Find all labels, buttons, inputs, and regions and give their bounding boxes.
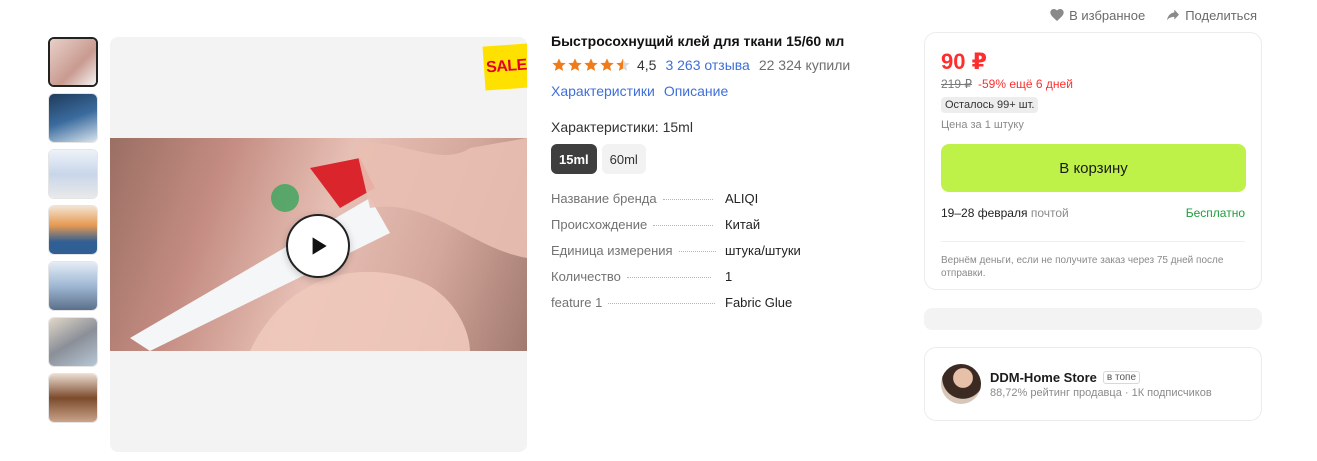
refund-note: Вернём деньги, если не получите заказ че… — [941, 241, 1245, 280]
product-page: В избранное Поделиться SALE Быстросохнущ… — [0, 0, 1317, 461]
spec-value: Китай — [725, 217, 761, 232]
thumbnail-3[interactable] — [48, 149, 98, 199]
thumbnail-7[interactable] — [48, 373, 98, 423]
price-discount-row: 219 ₽ -59% ещё 6 дней — [941, 77, 1245, 91]
spec-row: Количество 1 — [551, 269, 901, 295]
thumbnail-6[interactable] — [48, 317, 98, 367]
share-arrow-icon — [1167, 9, 1180, 21]
link-description[interactable]: Описание — [664, 83, 728, 99]
star-icon — [552, 58, 566, 71]
add-to-cart-button[interactable]: В корзину — [941, 144, 1246, 192]
top-actions: В избранное Поделиться — [1049, 7, 1257, 23]
store-card[interactable]: DDM-Home Store в топе 88,72% рейтинг про… — [924, 347, 1262, 421]
store-details: DDM-Home Store в топе 88,72% рейтинг про… — [990, 370, 1212, 399]
store-avatar — [941, 364, 981, 404]
spec-row: Происхождение Китай — [551, 217, 901, 243]
bought-count: 22 324 купили — [758, 57, 851, 73]
rating-stars — [551, 57, 631, 73]
spec-key: Единица измерения — [551, 243, 673, 258]
delivery-row: 19–28 февраля почтой Бесплатно — [941, 206, 1245, 220]
spec-key: Происхождение — [551, 217, 648, 232]
thumbnail-2[interactable] — [48, 93, 98, 143]
current-price: 90 ₽ — [941, 49, 987, 74]
reviews-link[interactable]: 3 263 отзыва — [665, 57, 749, 73]
product-title: Быстросохнущий клей для ткани 15/60 мл — [551, 33, 845, 49]
product-video[interactable] — [110, 138, 527, 351]
thumbnail-1[interactable] — [48, 37, 98, 87]
play-icon — [312, 237, 327, 255]
product-info: Быстросохнущий клей для ткани 15/60 мл 4… — [551, 33, 901, 321]
delivery-dates: 19–28 февраля — [941, 206, 1028, 220]
discount-label: -59% ещё 6 дней — [978, 77, 1073, 91]
spec-row: Название бренда ALIQI — [551, 191, 901, 217]
store-name: DDM-Home Store — [990, 369, 1097, 385]
star-icon — [568, 58, 582, 71]
old-price: 219 ₽ — [941, 77, 972, 91]
favorite-label: В избранное — [1069, 7, 1146, 23]
favorite-button[interactable]: В избранное — [1049, 7, 1145, 23]
share-label: Поделиться — [1185, 7, 1257, 23]
spec-key: Название бренда — [551, 191, 657, 206]
play-button[interactable] — [286, 214, 350, 278]
per-unit-label: Цена за 1 штуку — [941, 119, 1024, 131]
rating-value: 4,5 — [637, 57, 657, 73]
store-top-badge: в топе — [1102, 370, 1141, 384]
rating-row: 4,5 3 263 отзыва 22 324 купили — [551, 57, 901, 73]
thumbnail-list — [48, 37, 100, 423]
star-icon — [600, 58, 614, 71]
spec-value: штука/штуки — [725, 243, 801, 258]
star-icon — [584, 58, 598, 71]
variant-60ml[interactable]: 60ml — [601, 144, 646, 174]
star-icon — [616, 58, 630, 71]
placeholder-bar — [924, 308, 1262, 330]
thumbnail-5[interactable] — [48, 261, 98, 311]
spec-value: Fabric Glue — [725, 295, 793, 310]
store-name-row: DDM-Home Store в топе — [990, 370, 1212, 385]
share-button[interactable]: Поделиться — [1165, 7, 1257, 23]
spec-key: feature 1 — [551, 295, 603, 310]
spec-key: Количество — [551, 269, 621, 284]
spec-row: Единица измерения штука/штуки — [551, 243, 901, 269]
delivery-method: почтой — [1030, 206, 1069, 220]
store-stats: 88,72% рейтинг продавца · 1К подписчиков — [990, 386, 1212, 399]
spec-row: feature 1 Fabric Glue — [551, 295, 901, 321]
main-media: SALE — [110, 37, 527, 452]
specs-table: Название бренда ALIQI Происхождение Китай … — [551, 191, 901, 321]
buy-card: 90 ₽ 219 ₽ -59% ещё 6 дней Осталось 99+ … — [924, 32, 1262, 290]
heart-icon — [1050, 9, 1064, 21]
link-characteristics[interactable]: Характеристики — [551, 83, 655, 99]
section-links: Характеристики Описание — [551, 83, 901, 99]
stock-badge: Осталось 99+ шт. — [941, 97, 1039, 113]
delivery-cost: Бесплатно — [1185, 206, 1245, 220]
sale-badge: SALE — [482, 43, 527, 91]
variant-selector: 15ml 60ml — [551, 144, 901, 174]
variant-15ml[interactable]: 15ml — [551, 144, 597, 174]
thumbnail-4[interactable] — [48, 205, 98, 255]
spec-value: ALIQI — [725, 191, 759, 206]
characteristics-label: Характеристики: 15ml — [551, 119, 693, 135]
spec-value: 1 — [725, 269, 733, 284]
